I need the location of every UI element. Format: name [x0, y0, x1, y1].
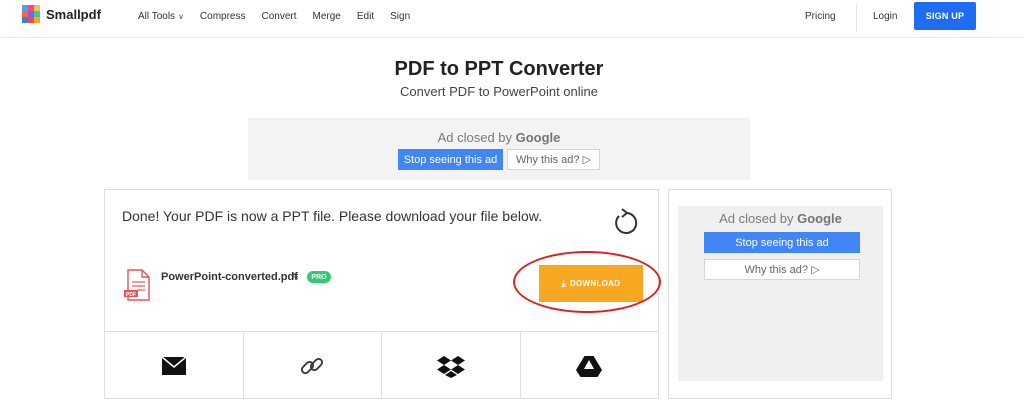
download-label: DOWNLOAD: [569, 279, 621, 288]
logo-tile: [34, 17, 40, 23]
share-google-drive[interactable]: [521, 332, 659, 399]
stop-seeing-ad-button[interactable]: Stop seeing this ad: [398, 149, 503, 170]
download-icon: ⤓: [561, 278, 566, 288]
share-link[interactable]: [244, 332, 382, 399]
share-dropbox[interactable]: [382, 332, 521, 399]
nav-merge[interactable]: Merge: [313, 11, 341, 22]
nav-sign-label: Sign: [390, 11, 411, 22]
nav-convert[interactable]: Convert: [262, 11, 297, 22]
nav-edit-label: Edit: [356, 11, 375, 22]
smallpdf-logo-icon: [22, 5, 40, 23]
pdf-badge-text: PDF: [126, 292, 136, 298]
ad-closed-brand: Google: [797, 211, 842, 226]
restart-icon[interactable]: [610, 207, 642, 239]
download-button[interactable]: ⤓ DOWNLOAD: [539, 265, 643, 302]
ad-closed-prefix: Ad closed by: [719, 211, 798, 226]
main-nav: All Tools ∨ Compress Convert Merge Edit …: [138, 11, 426, 22]
pencil-edit-icon[interactable]: ✎: [291, 272, 299, 283]
ad-sidebar: Ad closed by Google Stop seeing this ad …: [668, 189, 892, 399]
nav-sign[interactable]: Sign: [390, 11, 410, 22]
chevron-down-icon: ∨: [178, 12, 184, 21]
stop-seeing-ad-button[interactable]: Stop seeing this ad: [704, 232, 860, 253]
result-panel: Done! Your PDF is now a PPT file. Please…: [104, 189, 661, 399]
logo[interactable]: Smallpdf: [22, 5, 101, 23]
link-icon: [301, 357, 324, 374]
dropbox-icon: [436, 355, 465, 378]
page-title: PDF to PPT Converter: [394, 58, 604, 80]
file-name: PowerPoint-converted.pdf: [161, 271, 298, 283]
ad-banner-top: Ad closed by Google Stop seeing this ad …: [248, 118, 750, 180]
share-options: [105, 331, 658, 399]
done-message: Done! Your PDF is now a PPT file. Please…: [122, 208, 542, 224]
pro-badge: PRO: [307, 271, 331, 283]
nav-edit[interactable]: Edit: [357, 11, 374, 22]
email-icon: [161, 355, 187, 375]
share-email[interactable]: [105, 332, 244, 399]
nav-convert-label: Convert: [261, 11, 297, 22]
header-divider: [856, 4, 857, 32]
ad-closed-text: Ad closed by Google: [248, 130, 750, 145]
nav-compress-label: Compress: [199, 11, 246, 22]
page-subtitle: Convert PDF to PowerPoint online: [400, 84, 598, 99]
nav-merge-label: Merge: [312, 11, 341, 22]
ad-closed-prefix: Ad closed by: [437, 130, 516, 145]
ad-closed-brand: Google: [515, 130, 561, 145]
top-navbar: Smallpdf All Tools ∨ Compress Convert Me…: [0, 0, 1024, 38]
why-this-ad-button[interactable]: Why this ad? ▷: [704, 259, 860, 280]
nav-all-tools[interactable]: All Tools ∨: [138, 11, 184, 22]
nav-compress[interactable]: Compress: [200, 11, 246, 22]
ad-sidebar-inner: Ad closed by Google Stop seeing this ad …: [678, 206, 883, 381]
login-link[interactable]: Login: [873, 11, 897, 22]
google-drive-icon: [576, 355, 603, 377]
logo-text: Smallpdf: [46, 6, 101, 22]
signup-button[interactable]: SIGN UP: [914, 2, 976, 30]
pricing-link[interactable]: Pricing: [805, 11, 836, 22]
ad-closed-text: Ad closed by Google: [678, 211, 883, 226]
nav-all-tools-label: All Tools: [138, 11, 176, 22]
why-this-ad-button[interactable]: Why this ad? ▷: [507, 149, 600, 170]
pdf-file-icon: PDF: [124, 269, 150, 301]
